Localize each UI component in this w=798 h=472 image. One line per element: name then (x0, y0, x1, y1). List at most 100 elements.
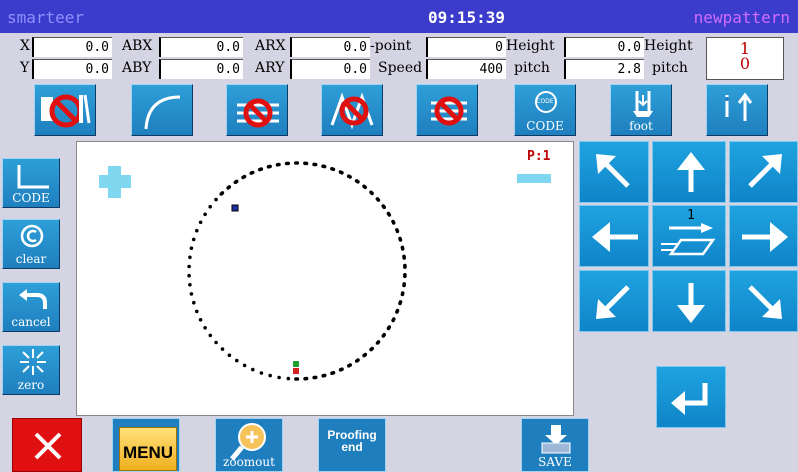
pitch-label: pitch (514, 60, 550, 76)
x-value: 0.0 (32, 37, 112, 57)
enter-button[interactable] (656, 366, 726, 428)
no-zigzag-button[interactable] (321, 84, 383, 136)
arrow-up-left-icon (596, 154, 630, 188)
stitch-dot (340, 171, 344, 175)
stitch-dot (347, 364, 351, 368)
pattern-name: newpattern (693, 8, 790, 27)
stitch-dot (191, 237, 196, 242)
close-button[interactable] (12, 418, 82, 472)
proofing-end-label: end (341, 440, 363, 454)
stitch-dot (331, 167, 336, 172)
stitch-dot (286, 376, 291, 381)
move-down-button[interactable] (652, 270, 726, 332)
clear-button[interactable]: clear (2, 219, 60, 269)
end-marker-top (293, 361, 299, 367)
stitch-dot (214, 340, 218, 345)
stitch-dot (312, 375, 316, 380)
feed-speed-button[interactable]: 1 (652, 205, 726, 267)
stitch-dot (395, 310, 399, 314)
stitch-dot (391, 221, 396, 225)
arrow-up-icon (677, 152, 705, 192)
stitch-dot (403, 265, 407, 269)
save-icon (541, 425, 571, 454)
no-sew-button[interactable] (416, 84, 478, 136)
foot-button[interactable]: foot (610, 84, 672, 136)
cancel-button[interactable]: cancel (2, 282, 60, 332)
page-indicator: P:1 (527, 149, 551, 164)
zero-button[interactable]: zero (2, 345, 60, 395)
presser-foot-icon (633, 91, 653, 117)
stitch-dot (354, 359, 359, 363)
code-button-label: CODE (526, 119, 564, 133)
move-up-right-button[interactable] (729, 141, 798, 203)
stitch-dot (198, 220, 203, 225)
needle-up-button[interactable] (706, 84, 768, 136)
arrow-up-right-icon (748, 154, 782, 188)
point-value: 0 (426, 37, 506, 57)
arrow-down-icon (677, 283, 705, 323)
stitch-dot (277, 375, 281, 380)
stitch-dot (398, 301, 402, 306)
stitch-dots (187, 161, 407, 381)
move-down-right-button[interactable] (729, 270, 798, 332)
stitch-dot (303, 376, 307, 381)
foot-button-label: foot (629, 119, 653, 133)
pitch-value: 2.8 (564, 59, 644, 79)
menu-button[interactable]: MENU (112, 418, 180, 472)
move-up-button[interactable] (652, 141, 726, 203)
arrow-down-right-icon (748, 285, 782, 319)
save-label: SAVE (538, 455, 572, 469)
move-left-button[interactable] (579, 205, 649, 267)
no-needle-button[interactable] (34, 84, 96, 136)
stitch-dot (259, 167, 264, 171)
ary-label: ARY (255, 60, 285, 76)
abx-label: ABX (122, 38, 153, 54)
stitch-dot (268, 164, 272, 169)
pattern-canvas[interactable] (76, 141, 574, 416)
speed-value: 400 (426, 59, 506, 79)
stitch-dot (402, 283, 406, 288)
start-marker (231, 204, 239, 212)
proofing-end-button[interactable]: Proofing end (318, 418, 386, 472)
stitch-dot (386, 326, 391, 331)
no-feed-button[interactable] (226, 84, 288, 136)
move-right-button[interactable] (729, 205, 798, 267)
move-up-left-button[interactable] (579, 141, 649, 203)
stitch-dot (195, 309, 199, 314)
close-icon (34, 432, 62, 460)
title-bar: smarteer 09:15:39 newpattern (0, 0, 798, 33)
abx-value: 0.0 (159, 37, 243, 57)
stitch-dot (402, 256, 407, 260)
arrow-right-icon (742, 222, 788, 252)
needle-up-icon (725, 92, 753, 121)
zoomout-button[interactable]: zoomout (215, 418, 283, 472)
left-code-button[interactable]: CODE (2, 158, 60, 208)
arrow-left-icon (592, 222, 638, 252)
aby-value: 0.0 (159, 59, 243, 79)
height-value: 0.0 (564, 37, 644, 57)
stitch-dot (220, 191, 225, 195)
stitch-dot (400, 292, 405, 297)
no-needle-icon (41, 94, 91, 128)
stitch-dot (382, 205, 387, 209)
stitch-dot (242, 174, 247, 179)
stitch-dot (363, 185, 368, 190)
ary-value: 0.0 (290, 59, 370, 79)
feed-icon (661, 223, 716, 256)
arrow-down-left-icon (596, 285, 630, 319)
stitch-dot (187, 264, 191, 269)
arc-button[interactable] (131, 84, 193, 136)
stitch-dot (187, 273, 191, 278)
stitch-dot (376, 198, 381, 202)
code-button[interactable]: CODE CODE (514, 84, 576, 136)
move-down-left-button[interactable] (579, 270, 649, 332)
code-path-icon (17, 165, 49, 189)
no-zigzag-icon (330, 92, 374, 130)
zoomout-label: zoomout (223, 455, 275, 469)
stitch-dot (356, 180, 360, 184)
arx-label: ARX (255, 38, 286, 54)
save-button[interactable]: SAVE (521, 418, 589, 472)
arx-value: 0.0 (290, 37, 370, 57)
zero-label: zero (17, 378, 45, 392)
stitch-dot (242, 363, 247, 368)
